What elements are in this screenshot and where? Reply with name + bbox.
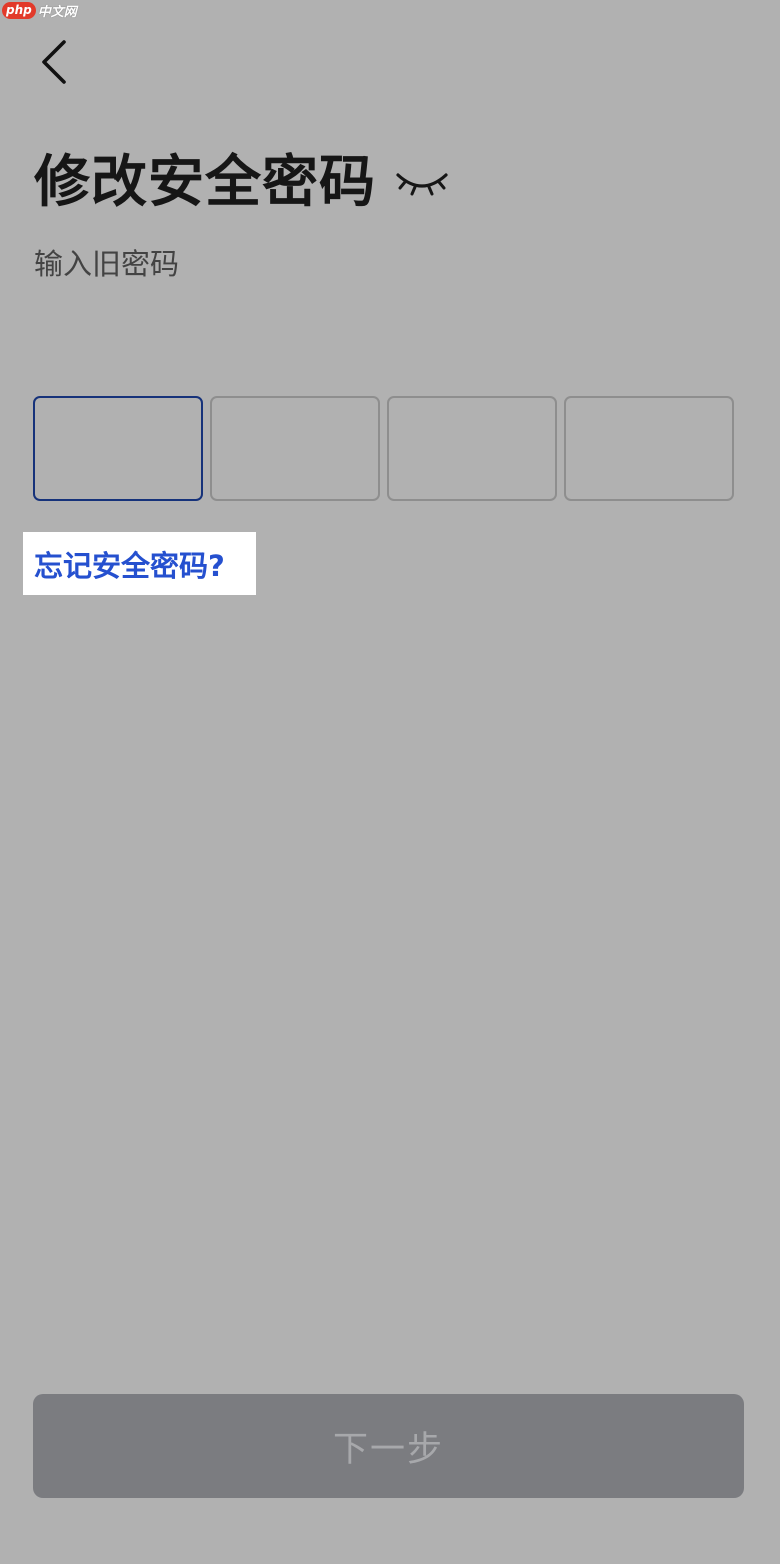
- pin-digit-2[interactable]: [210, 396, 380, 501]
- pin-digit-3[interactable]: [387, 396, 557, 501]
- watermark-php: php: [2, 1, 36, 19]
- back-button[interactable]: [30, 34, 80, 90]
- page-subtitle: 输入旧密码: [34, 247, 180, 281]
- title-row: 修改安全密码: [34, 148, 450, 218]
- pin-input-group: [33, 396, 734, 501]
- pin-digit-4[interactable]: [564, 396, 734, 501]
- chevron-left-icon: [42, 40, 66, 84]
- eye-closed-icon: [396, 173, 448, 196]
- pin-digit-1[interactable]: [33, 396, 203, 501]
- page-title: 修改安全密码: [34, 150, 376, 215]
- password-visibility-toggle[interactable]: [394, 163, 450, 203]
- next-step-button[interactable]: 下一步: [33, 1394, 744, 1498]
- forgot-password-link[interactable]: 忘记安全密码?: [23, 532, 256, 595]
- watermark-site: 中文网: [37, 4, 77, 20]
- watermark-logo: php 中文网: [2, 0, 77, 20]
